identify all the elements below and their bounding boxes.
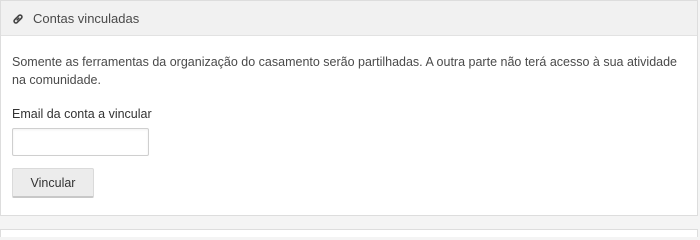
next-panel-edge [0,229,698,237]
email-field-label: Email da conta a vincular [12,107,152,121]
link-account-button[interactable]: Vincular [12,168,94,198]
panel-header: Contas vinculadas [1,1,697,36]
link-icon [12,12,24,24]
panel-body: Somente as ferramentas da organização do… [1,36,697,198]
panel-title: Contas vinculadas [33,10,140,26]
linked-accounts-panel: Contas vinculadas Somente as ferramentas… [0,0,698,216]
email-field[interactable] [12,128,149,156]
panel-description: Somente as ferramentas da organização do… [12,55,677,87]
